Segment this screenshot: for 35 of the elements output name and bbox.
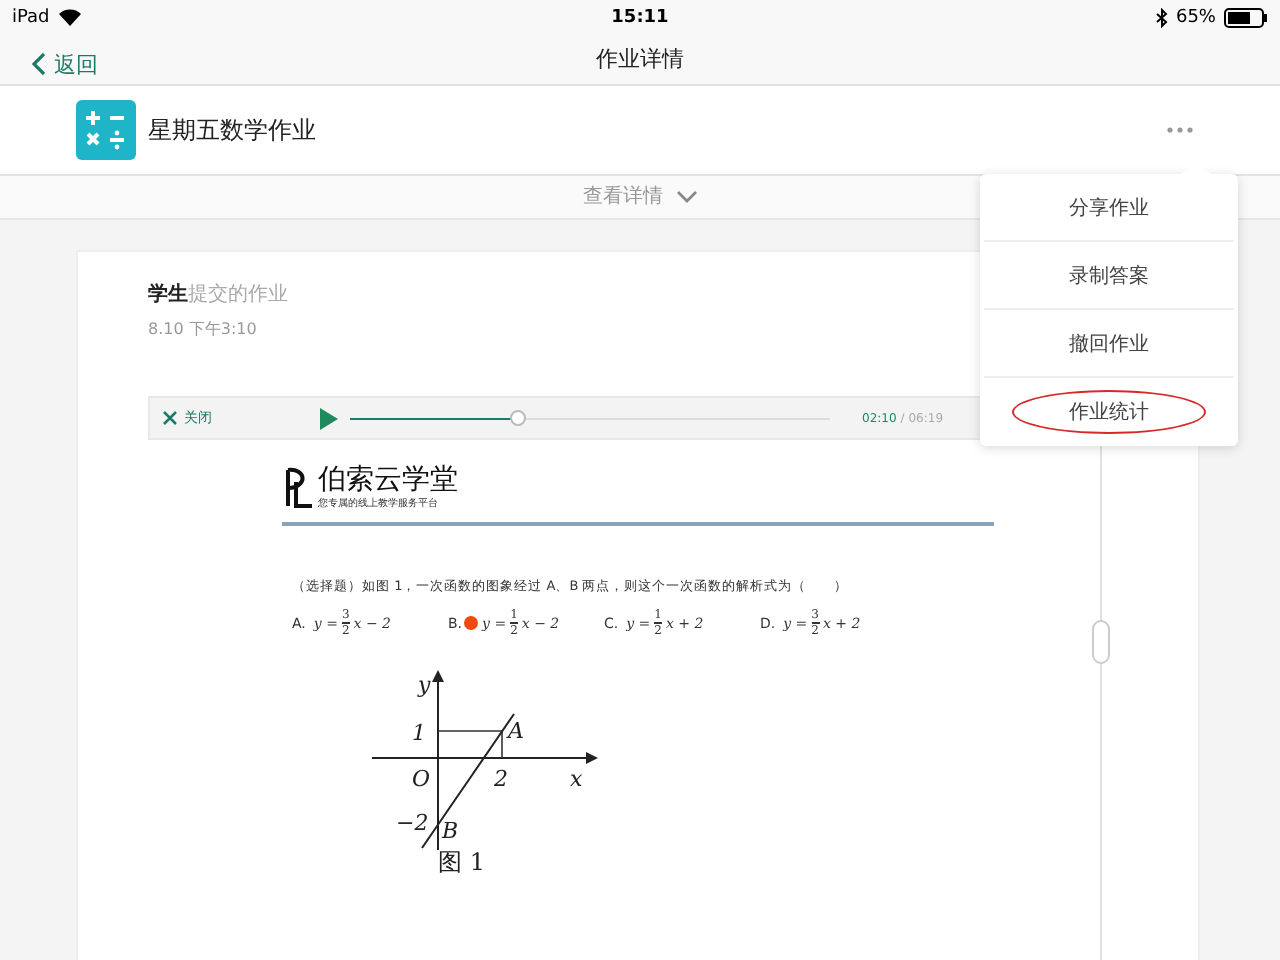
wifi-icon	[57, 8, 82, 27]
menu-item[interactable]: 作业统计	[1012, 390, 1206, 434]
point-label: A	[508, 718, 524, 745]
page-title: 作业详情	[596, 44, 684, 75]
homework-title: 星期五数学作业	[148, 113, 316, 148]
chevron-down-icon	[675, 189, 697, 204]
tick-label: −2	[396, 810, 429, 837]
guide-lines	[437, 730, 503, 759]
logo-icon	[282, 466, 314, 511]
back-button[interactable]: 返回	[28, 45, 102, 84]
menu-item[interactable]: 分享作业	[984, 174, 1234, 242]
axis-label: x	[570, 766, 583, 793]
bluetooth-icon	[1155, 7, 1168, 28]
progress-thumb[interactable]	[510, 409, 526, 426]
submission-date: 8.10 下午3:10	[148, 318, 259, 341]
play-icon[interactable]	[320, 407, 338, 430]
battery-percent: 65%	[1175, 7, 1216, 28]
math-symbols-icon	[76, 100, 136, 161]
origin-label: O	[412, 766, 431, 793]
submission-title: 学生提交的作业	[148, 281, 290, 309]
clock-time: 15:11	[611, 7, 669, 28]
tick-label: 1	[412, 720, 426, 747]
resize-handle[interactable]	[1092, 620, 1110, 665]
chevron-left-icon	[32, 52, 46, 77]
device-name: iPad	[12, 7, 50, 28]
more-icon[interactable]	[1166, 126, 1194, 135]
tick-label: 2	[494, 766, 508, 793]
menu-item[interactable]: 录制答案	[984, 242, 1234, 310]
axis-label: y	[418, 672, 431, 699]
close-icon	[162, 410, 178, 427]
menu-item[interactable]: 撤回作业	[984, 310, 1234, 378]
point-label: B	[442, 818, 459, 845]
battery-icon	[1224, 7, 1268, 28]
figure-caption: 图 1	[438, 846, 485, 881]
brand-name: 伯索云学堂	[318, 464, 458, 497]
